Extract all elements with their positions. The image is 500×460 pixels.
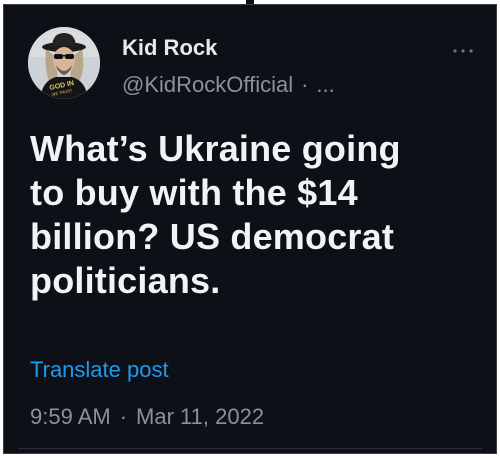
meta-separator: · xyxy=(119,404,128,429)
tweet-timestamp[interactable]: 9:59 AM · Mar 11, 2022 xyxy=(30,404,264,430)
tweet-card[interactable]: GOD IN WE TRUST Kid Rock @KidRockOfficia… xyxy=(3,4,497,454)
handle-row: @KidRockOfficial ·... xyxy=(122,72,335,98)
divider xyxy=(18,448,482,449)
handle-more: ... xyxy=(316,72,335,97)
display-name[interactable]: Kid Rock xyxy=(122,35,217,61)
translate-post-link[interactable]: Translate post xyxy=(30,357,169,383)
tweet-text-line: billion? US democrat xyxy=(30,216,395,257)
more-dots-icon[interactable] xyxy=(452,43,474,53)
screenshot-frame: GOD IN WE TRUST Kid Rock @KidRockOfficia… xyxy=(0,0,500,460)
tweet-date: Mar 11, 2022 xyxy=(136,404,265,429)
avatar[interactable]: GOD IN WE TRUST xyxy=(28,27,100,99)
tweet-time: 9:59 AM xyxy=(30,404,111,429)
tweet-text-line: to buy with the $14 xyxy=(30,172,358,213)
user-handle[interactable]: @KidRockOfficial xyxy=(122,72,293,97)
tweet-text-line: politicians. xyxy=(30,260,221,301)
handle-separator: · xyxy=(301,72,309,97)
tweet-text-line: What’s Ukraine going xyxy=(30,128,401,169)
tweet-text: What’s Ukraine going to buy with the $14… xyxy=(30,127,480,303)
avatar-image: GOD IN WE TRUST xyxy=(28,27,100,99)
